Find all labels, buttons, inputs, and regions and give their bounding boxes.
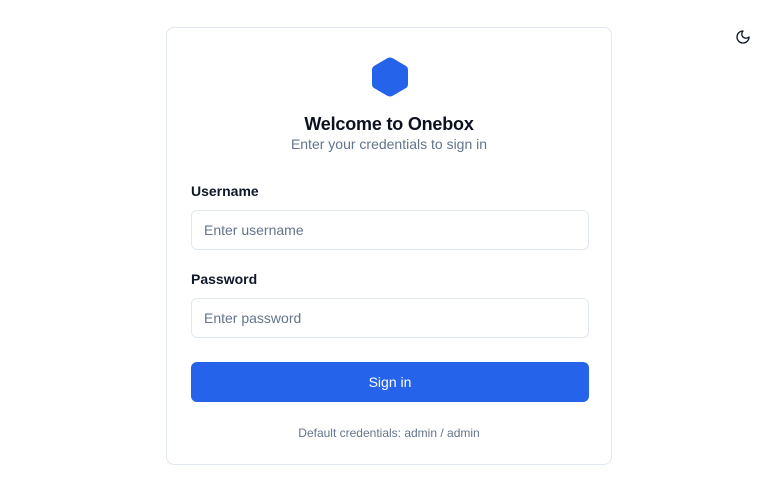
- password-input[interactable]: [191, 298, 589, 338]
- username-label: Username: [191, 183, 259, 199]
- login-page: Welcome to Onebox Enter your credentials…: [0, 0, 780, 493]
- theme-toggle-button[interactable]: [730, 24, 756, 50]
- page-title: Welcome to Onebox: [304, 114, 474, 134]
- password-label: Password: [191, 271, 258, 287]
- username-input[interactable]: [191, 210, 589, 250]
- hexagon-logo-icon: [372, 57, 408, 97]
- page-subtitle: Enter your credentials to sign in: [290, 136, 488, 152]
- login-card: Welcome to Onebox Enter your credentials…: [166, 27, 612, 465]
- moon-icon: [736, 30, 750, 44]
- sign-in-button[interactable]: Sign in: [191, 362, 589, 402]
- default-credentials-hint: Default credentials: admin / admin: [298, 426, 480, 440]
